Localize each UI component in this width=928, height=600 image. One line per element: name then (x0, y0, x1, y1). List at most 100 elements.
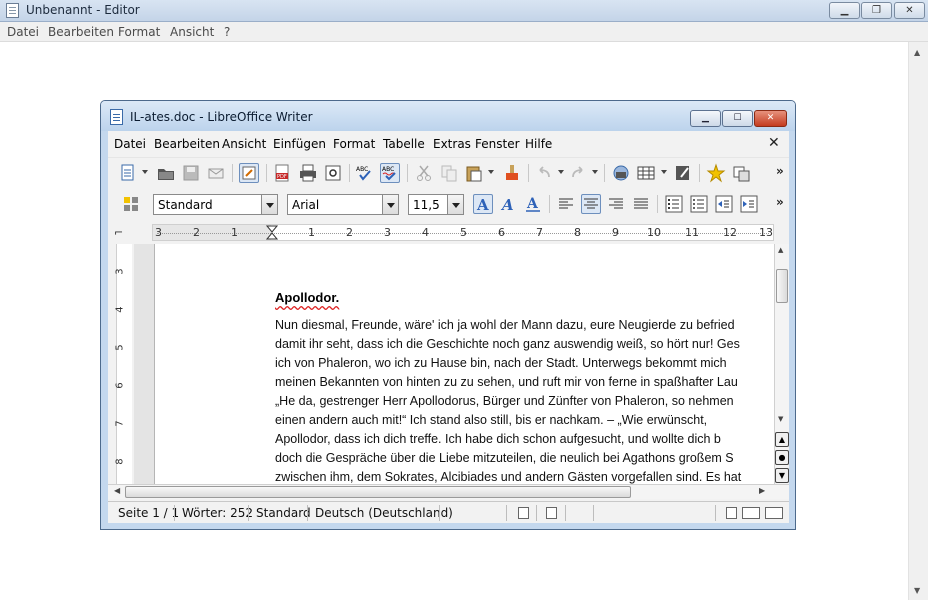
clone-formatting-icon[interactable] (502, 163, 522, 183)
scroll-down-icon[interactable]: ▼ (778, 415, 783, 423)
export-pdf-icon[interactable]: PDF (272, 163, 292, 183)
paragraph-line[interactable]: Nun diesmal, Freunde, wäre' ich ja wohl … (275, 318, 774, 332)
navigation-icon[interactable]: ● (775, 450, 789, 465)
font-name-dropdown-icon[interactable] (382, 195, 398, 214)
menu-format[interactable]: Format (333, 137, 375, 151)
indent-marker-icon[interactable] (266, 225, 278, 240)
status-page-count[interactable]: Seite 1 / 1 (118, 506, 179, 520)
navigator-icon[interactable] (611, 163, 631, 183)
scroll-up-icon[interactable]: ▲ (778, 246, 783, 254)
open-folder-icon[interactable] (156, 163, 176, 183)
decrease-indent-icon[interactable] (714, 194, 734, 214)
data-sources-icon[interactable] (731, 163, 751, 183)
justify-icon[interactable] (631, 194, 651, 214)
writer-close-button[interactable]: ✕ (754, 110, 787, 127)
notepad-menu-help[interactable]: ? (224, 25, 230, 39)
spellcheck-icon[interactable]: ABC (355, 163, 375, 183)
status-word-count[interactable]: Wörter: 252 (182, 506, 253, 520)
save-icon[interactable] (181, 163, 201, 183)
align-center-icon[interactable] (581, 194, 601, 214)
document-close-icon[interactable]: ✕ (768, 135, 780, 151)
scroll-right-icon[interactable]: ▶ (759, 486, 765, 495)
multi-page-view-icon[interactable] (742, 507, 760, 519)
horizontal-ruler[interactable]: 3 2 1 1 2 3 4 5 6 7 8 9 10 11 12 13 (152, 224, 774, 241)
scroll-left-icon[interactable]: ◀ (114, 486, 120, 495)
underline-icon[interactable]: A (523, 194, 543, 214)
writer-titlebar[interactable]: IL-ates.doc - LibreOffice Writer ▁ ☐ ✕ (101, 101, 795, 131)
notepad-menu-datei[interactable]: Datei (7, 25, 39, 39)
writer-maximize-button[interactable]: ☐ (722, 110, 753, 127)
horizontal-scroll-thumb[interactable] (125, 486, 631, 498)
document-page[interactable]: Apollodor. Nun diesmal, Freunde, wäre' i… (154, 244, 774, 484)
writer-minimize-button[interactable]: ▁ (690, 110, 721, 127)
undo-icon[interactable] (534, 163, 554, 183)
status-language[interactable]: Deutsch (Deutschland) (315, 506, 453, 520)
paragraph-line[interactable]: damit ihr seht, dass ich die Geschichte … (275, 337, 774, 351)
menu-datei[interactable]: Datei (114, 137, 146, 151)
insert-mode-icon[interactable] (518, 507, 529, 519)
font-size-combobox[interactable]: 11,5 (408, 194, 464, 215)
paragraph-line[interactable]: doch die Gespräche über die Liebe mitzut… (275, 451, 774, 465)
menu-fenster[interactable]: Fenster (475, 137, 520, 151)
menu-ansicht[interactable]: Ansicht (222, 137, 266, 151)
next-page-icon[interactable]: ▼ (775, 468, 789, 483)
menu-tabelle[interactable]: Tabelle (383, 137, 425, 151)
scroll-down-icon[interactable]: ▼ (914, 586, 920, 595)
font-name-combobox[interactable]: Arial (287, 194, 399, 215)
align-left-icon[interactable] (556, 194, 576, 214)
notepad-menu-bearbeiten[interactable]: Bearbeiten (48, 25, 114, 39)
menu-bearbeiten[interactable]: Bearbeiten (154, 137, 220, 151)
undo-dropdown-icon[interactable] (558, 170, 564, 174)
paragraph-line[interactable]: ich von Phaleron, wo ich zu Hause bin, n… (275, 356, 774, 370)
paragraph-style-dropdown-icon[interactable] (261, 195, 277, 214)
vertical-ruler[interactable]: 3 4 5 6 7 8 (108, 244, 134, 484)
print-icon[interactable] (298, 163, 318, 183)
toolbar-overflow-icon[interactable]: » (776, 164, 784, 178)
paragraph-line[interactable]: einen andern auch mit!“ Ich stand also s… (275, 413, 774, 427)
paragraph-line[interactable]: „He da, gestrenger Herr Apollodorus, Bür… (275, 394, 774, 408)
notepad-maximize-button[interactable]: ❐ (861, 2, 892, 19)
vertical-scroll-thumb[interactable] (776, 269, 788, 303)
document-horizontal-scrollbar[interactable]: ◀ ▶ (108, 484, 789, 499)
print-preview-icon[interactable] (323, 163, 343, 183)
gallery-star-icon[interactable] (706, 163, 726, 183)
email-icon[interactable] (206, 163, 226, 183)
redo-dropdown-icon[interactable] (592, 170, 598, 174)
paragraph-line[interactable]: zwischen ihm, dem Sokrates, Alcibiades u… (275, 470, 774, 484)
document-heading[interactable]: Apollodor. (275, 290, 339, 305)
previous-page-icon[interactable]: ▲ (775, 432, 789, 447)
format-toolbar-overflow-icon[interactable]: » (776, 195, 784, 209)
status-page-style[interactable]: Standard (256, 506, 311, 520)
insert-table-icon[interactable] (636, 163, 656, 183)
document-vertical-scrollbar[interactable]: ▲ ▼ ▲ ● ▼ (774, 244, 789, 484)
numbering-icon[interactable] (664, 194, 684, 214)
notepad-vertical-scrollbar[interactable]: ▲ ▼ (908, 42, 928, 600)
bold-icon[interactable]: A (473, 194, 493, 214)
notepad-minimize-button[interactable]: ▁ (829, 2, 860, 19)
redo-icon[interactable] (568, 163, 588, 183)
single-page-view-icon[interactable] (726, 507, 737, 519)
notepad-menu-format[interactable]: Format (118, 25, 160, 39)
tab-stop-type-icon[interactable]: ⌐ (114, 226, 123, 239)
cut-icon[interactable] (414, 163, 434, 183)
new-dropdown-icon[interactable] (142, 170, 148, 174)
table-dropdown-icon[interactable] (661, 170, 667, 174)
paragraph-line[interactable]: Apollodor, dass ich dich treffe. Ich hab… (275, 432, 774, 446)
edit-mode-icon[interactable] (239, 163, 259, 183)
notepad-titlebar[interactable]: Unbenannt - Editor ▁ ❐ ✕ (0, 0, 928, 22)
book-view-icon[interactable] (765, 507, 783, 519)
italic-icon[interactable]: A (498, 194, 518, 214)
new-document-icon[interactable] (118, 163, 138, 183)
styles-formatting-icon[interactable] (121, 194, 141, 214)
document-viewport[interactable]: Apollodor. Nun diesmal, Freunde, wäre' i… (134, 244, 774, 484)
notepad-menu-ansicht[interactable]: Ansicht (170, 25, 214, 39)
paste-dropdown-icon[interactable] (488, 170, 494, 174)
paragraph-line[interactable]: meinen Bekannten von hinten zu zu sehen,… (275, 375, 774, 389)
show-draw-functions-icon[interactable] (673, 163, 693, 183)
menu-einfuegen[interactable]: Einfügen (273, 137, 326, 151)
paragraph-style-combobox[interactable]: Standard (153, 194, 278, 215)
scroll-up-icon[interactable]: ▲ (914, 48, 920, 57)
increase-indent-icon[interactable] (739, 194, 759, 214)
document-modified-icon[interactable] (546, 507, 557, 519)
notepad-close-button[interactable]: ✕ (894, 2, 925, 19)
